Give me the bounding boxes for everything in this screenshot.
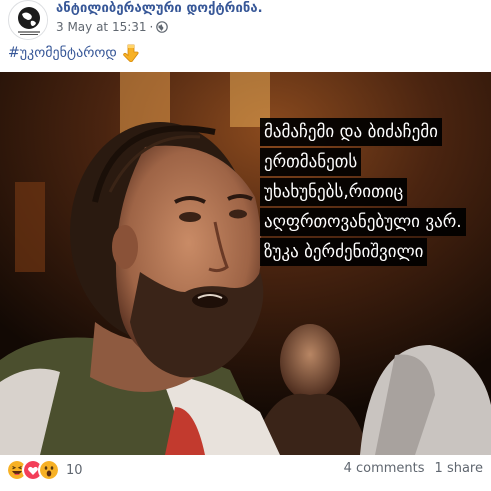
quote-author-line: ზუკა ბერძენიშვილი bbox=[260, 238, 428, 266]
page-avatar[interactable] bbox=[8, 0, 48, 40]
image-quote-overlay: მამაჩემი და ბიძაჩემი ერთმანეთს უხახუნებს… bbox=[260, 118, 485, 268]
quote-line: უხახუნებს,რითიც bbox=[260, 178, 408, 206]
engagement-stats: 4 comments 1 share bbox=[344, 461, 483, 476]
post-timestamp[interactable]: 3 May at 15:31 bbox=[56, 20, 147, 34]
point-down-icon bbox=[122, 44, 139, 62]
post-meta: 3 May at 15:31 · bbox=[56, 20, 169, 34]
post-caption: #უკომენტაროდ bbox=[8, 44, 139, 62]
quote-line: მამაჩემი და ბიძაჩემი bbox=[260, 118, 442, 146]
reaction-summary[interactable]: 10 bbox=[6, 459, 83, 481]
comments-count-link[interactable]: 4 comments bbox=[344, 461, 425, 476]
meta-separator: · bbox=[149, 20, 154, 34]
hashtag-link[interactable]: #უკომენტაროდ bbox=[8, 45, 117, 61]
shares-count-link[interactable]: 1 share bbox=[435, 461, 483, 476]
quote-line: ერთმანეთს bbox=[260, 148, 362, 176]
post-image[interactable]: მამაჩემი და ბიძაჩემი ერთმანეთს უხახუნებს… bbox=[0, 72, 491, 455]
post-header: ანტილიბერალური დოქტრინა. 3 May at 15:31 … bbox=[8, 0, 478, 40]
facebook-post: ანტილიბერალური დოქტრინა. 3 May at 15:31 … bbox=[0, 0, 491, 491]
page-name-link[interactable]: ანტილიბერალური დოქტრინა. bbox=[56, 1, 263, 16]
quote-line: აღფრთოვანებული ვარ. bbox=[260, 208, 466, 236]
post-footer: 10 4 comments 1 share bbox=[6, 457, 485, 481]
reaction-count[interactable]: 10 bbox=[66, 463, 83, 478]
globe-logo-icon bbox=[10, 2, 47, 39]
globe-icon[interactable] bbox=[156, 21, 169, 33]
wow-icon bbox=[38, 459, 60, 481]
